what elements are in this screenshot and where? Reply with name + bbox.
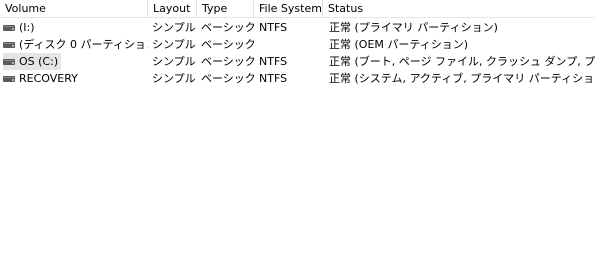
layout-cell: シンプル bbox=[152, 21, 196, 34]
volume-cell: (I:) bbox=[3, 19, 148, 36]
volume-name: (I:) bbox=[19, 21, 35, 34]
column-header-file-system[interactable]: File System bbox=[254, 0, 323, 17]
layout-cell: シンプル bbox=[152, 72, 196, 85]
table-row[interactable]: (ディスク 0 パーティション 1) シンプル ベーシック 正常 (OEM パー… bbox=[0, 36, 595, 53]
column-header-row: Volume Layout Type File System Status bbox=[0, 0, 595, 18]
file-system-cell: NTFS bbox=[259, 21, 288, 34]
file-system-cell: NTFS bbox=[259, 55, 288, 68]
status-cell: 正常 (OEM パーティション) bbox=[329, 38, 469, 51]
volume-cell: OS (C:) bbox=[3, 53, 148, 70]
drive-icon bbox=[3, 75, 15, 83]
status-cell: 正常 (システム, アクティブ, プライマリ パーティション) bbox=[329, 72, 595, 85]
volume-name: (ディスク 0 パーティション 1) bbox=[19, 38, 148, 51]
table-row[interactable]: OS (C:) シンプル ベーシック NTFS 正常 (ブート, ページ ファイ… bbox=[0, 53, 595, 70]
volume-cell: RECOVERY bbox=[3, 70, 148, 87]
layout-cell: シンプル bbox=[152, 55, 196, 68]
column-header-type[interactable]: Type bbox=[197, 0, 254, 17]
drive-icon bbox=[3, 24, 15, 32]
volume-cell: (ディスク 0 パーティション 1) bbox=[3, 36, 148, 53]
drive-icon bbox=[3, 41, 15, 49]
type-cell: ベーシック bbox=[201, 55, 254, 68]
file-system-cell: NTFS bbox=[259, 72, 288, 85]
type-cell: ベーシック bbox=[201, 72, 254, 85]
type-cell: ベーシック bbox=[201, 21, 254, 34]
volume-name: OS (C:) bbox=[19, 55, 59, 68]
column-header-volume[interactable]: Volume bbox=[0, 0, 148, 17]
layout-cell: シンプル bbox=[152, 38, 196, 51]
file-system-cell bbox=[259, 36, 323, 53]
table-row[interactable]: (I:) シンプル ベーシック NTFS 正常 (プライマリ パーティション) bbox=[0, 19, 595, 36]
volume-list-view[interactable]: Volume Layout Type File System Status (I… bbox=[0, 0, 595, 279]
drive-icon bbox=[3, 58, 15, 66]
selected-volume-highlight: OS (C:) bbox=[3, 53, 62, 70]
status-cell: 正常 (ブート, ページ ファイル, クラッシュ ダンプ, プライマリ パーティ… bbox=[329, 55, 595, 68]
status-cell: 正常 (プライマリ パーティション) bbox=[329, 21, 498, 34]
type-cell: ベーシック bbox=[201, 38, 254, 51]
volume-name: RECOVERY bbox=[19, 72, 78, 85]
column-header-status[interactable]: Status bbox=[323, 0, 595, 17]
table-row[interactable]: RECOVERY シンプル ベーシック NTFS 正常 (システム, アクティブ… bbox=[0, 70, 595, 87]
column-header-layout[interactable]: Layout bbox=[148, 0, 197, 17]
